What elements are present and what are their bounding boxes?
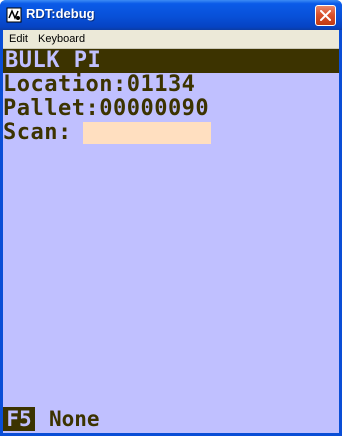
close-button[interactable] [315, 5, 336, 26]
app-window: RDT:debug Edit Keyboard BULK PI Location… [0, 0, 342, 436]
window-title: RDT:debug [26, 6, 95, 21]
screen-header-bar: BULK PI [3, 49, 339, 73]
f5-key[interactable]: F5 [3, 407, 35, 431]
screen-header: BULK PI [5, 48, 102, 73]
menu-edit[interactable]: Edit [6, 31, 31, 47]
title-bar[interactable]: RDT:debug [0, 0, 342, 30]
menu-keyboard[interactable]: Keyboard [35, 31, 88, 47]
menu-bar: Edit Keyboard [3, 30, 339, 49]
terminal-screen: BULK PI Location:01134 Pallet:00000090 S… [3, 49, 339, 433]
f5-action-label: None [49, 407, 100, 431]
rdt-app-icon [6, 7, 22, 23]
scan-input[interactable] [83, 122, 211, 144]
pallet-line: Pallet:00000090 [3, 96, 210, 121]
location-line: Location:01134 [3, 72, 196, 97]
scan-label: Scan: [3, 120, 72, 145]
client-area: Edit Keyboard BULK PI Location:01134 Pal… [3, 30, 339, 433]
close-icon [320, 10, 331, 21]
